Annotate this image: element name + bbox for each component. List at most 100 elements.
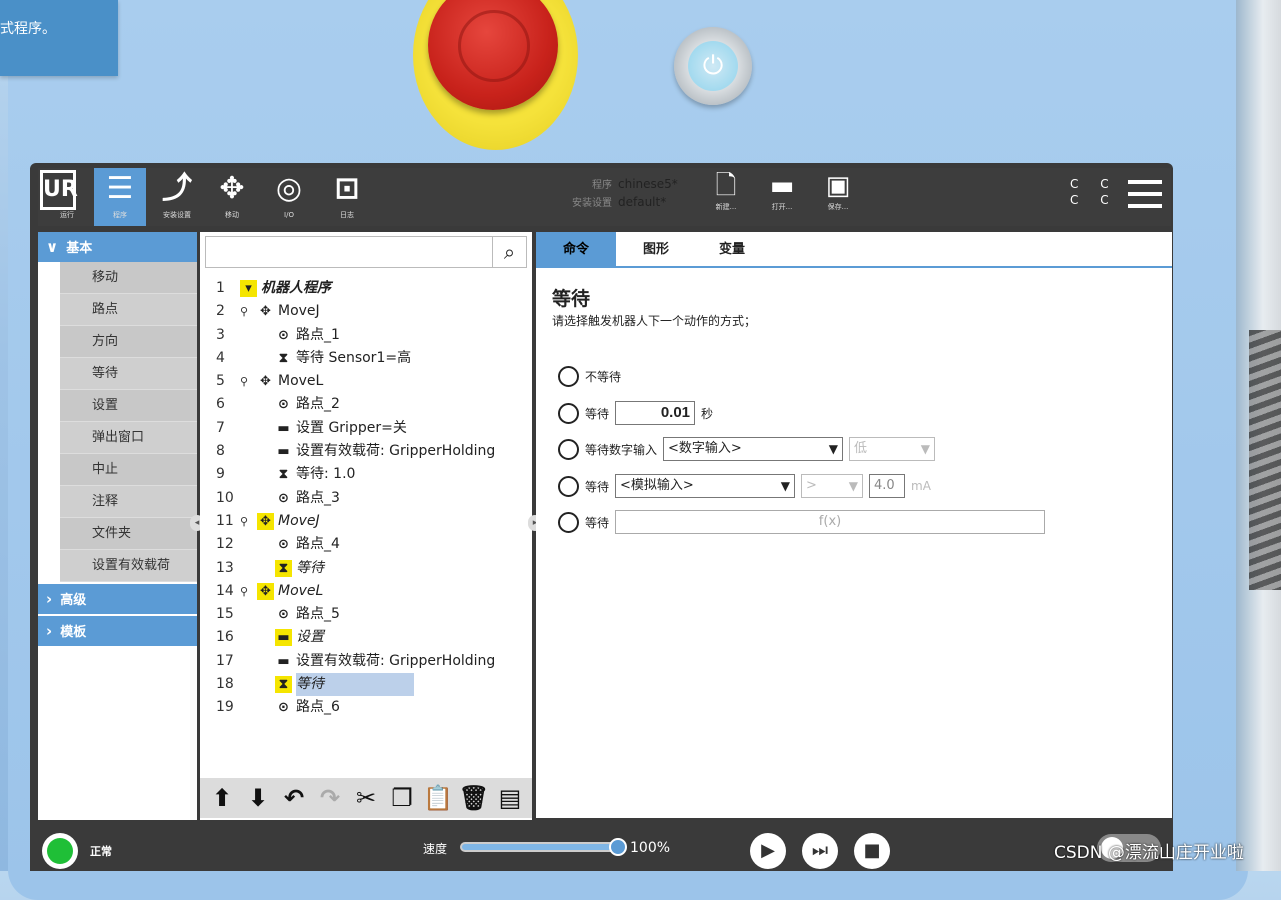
tree-row[interactable]: 5 ⚲ ✥ MoveL: [200, 370, 532, 393]
expression-input[interactable]: f(x): [615, 510, 1046, 534]
radio-wait-digital[interactable]: [558, 438, 579, 460]
sidebar-item-popup[interactable]: 弹出窗口: [60, 422, 197, 454]
sidebar-item-halt[interactable]: 中止: [60, 454, 197, 486]
radio-wait-expression[interactable]: [558, 511, 579, 533]
row-number: 9: [216, 466, 225, 483]
tree-row[interactable]: 6 ⊙ 路点_2: [200, 393, 532, 416]
option-wait-analog[interactable]: 等待 <模拟输入> ▼ > ▼ 4.0 mA: [558, 473, 931, 499]
tab-move[interactable]: ✥ 移动: [205, 168, 259, 226]
analog-value-input[interactable]: 4.0: [869, 474, 906, 498]
speed-slider-handle[interactable]: [609, 838, 627, 856]
cable-grille: [1249, 330, 1281, 590]
row-label: 设置有效载荷: GripperHolding: [296, 443, 496, 460]
sidebar-item-folder[interactable]: 文件夹: [60, 518, 197, 550]
tree-row[interactable]: 1 ▾ 机器人程序: [200, 277, 532, 300]
redo-icon[interactable]: ↷: [314, 782, 346, 814]
option-no-wait[interactable]: 不等待: [558, 363, 621, 389]
tree-row[interactable]: 19 ⊙ 路点_6: [200, 696, 532, 719]
sidebar-item-comment[interactable]: 注释: [60, 486, 197, 518]
collapse-triangle-icon[interactable]: ▾: [240, 280, 257, 297]
move-icon: ✥: [219, 171, 245, 206]
status-indicator[interactable]: [42, 833, 78, 869]
option-wait-expression[interactable]: 等待 f(x): [558, 509, 1046, 535]
digital-input-select[interactable]: <数字输入> ▼: [663, 437, 844, 461]
sidebar-item-set-payload[interactable]: 设置有效载荷: [60, 550, 197, 582]
step-button[interactable]: ⏭: [802, 833, 838, 869]
sidebar-item-waypoint[interactable]: 路点: [60, 294, 197, 326]
sidebar-advanced-header[interactable]: › 高级: [38, 584, 197, 614]
tab-graphics[interactable]: 图形: [616, 232, 696, 268]
move-up-icon[interactable]: ⬆: [206, 782, 238, 814]
tree-row[interactable]: 2 ⚲ ✥ MoveJ: [200, 300, 532, 323]
search-icon[interactable]: ⌕: [492, 237, 526, 267]
tree-row[interactable]: 13 ⧗ 等待: [200, 557, 532, 580]
sidebar-template-header[interactable]: › 模板: [38, 616, 197, 646]
tree-row[interactable]: 7 ▬ 设置 Gripper=关: [200, 417, 532, 440]
tab-log-label: 日志: [340, 211, 354, 219]
tree-row[interactable]: 12 ⊙ 路点_4: [200, 533, 532, 556]
play-button[interactable]: ▶: [750, 833, 786, 869]
pin-icon: ⚲: [240, 514, 249, 528]
radio-no-wait[interactable]: [558, 365, 579, 387]
row-label: 机器人程序: [261, 280, 331, 296]
tree-row[interactable]: 15 ⊙ 路点_5: [200, 603, 532, 626]
tree-row[interactable]: 17 ▬ 设置有效载荷: GripperHolding: [200, 650, 532, 673]
tab-run-label: 运行: [60, 211, 74, 219]
radio-wait-analog[interactable]: [558, 475, 579, 497]
tab-log[interactable]: ⊡ 日志: [320, 168, 374, 226]
set-icon: ▬: [277, 420, 290, 436]
tree-row-selected[interactable]: 18 ⧗ 等待: [200, 673, 532, 697]
analog-input-select[interactable]: <模拟输入> ▼: [615, 474, 796, 498]
option-wait-digital[interactable]: 等待数字输入 <数字输入> ▼ 低 ▼: [558, 436, 936, 462]
tree-row[interactable]: 16 ▬ 设置: [200, 626, 532, 649]
tab-installation[interactable]: ⤴ 安装设置: [150, 168, 204, 226]
tab-io[interactable]: ◎ I/O: [262, 168, 316, 226]
tree-row[interactable]: 14 ⚲ ✥ MoveL: [200, 580, 532, 603]
digital-level-select[interactable]: 低 ▼: [849, 437, 936, 461]
save-button[interactable]: ▣ 保存...: [816, 170, 860, 212]
wait-seconds-input[interactable]: 0.01: [615, 401, 696, 425]
sidebar-item-direction[interactable]: 方向: [60, 326, 197, 358]
play-icon: ▶: [761, 840, 775, 861]
row-label: 等待: [296, 559, 324, 576]
row-label: 等待: 1.0: [296, 466, 356, 483]
move-down-icon[interactable]: ⬇: [242, 782, 274, 814]
tab-program[interactable]: ☰ 程序: [94, 168, 146, 226]
waypoint-icon: ⊙: [278, 537, 289, 553]
speed-slider[interactable]: [460, 842, 620, 852]
tree-row[interactable]: 8 ▬ 设置有效载荷: GripperHolding: [200, 440, 532, 463]
search-box[interactable]: ⌕: [205, 236, 527, 268]
delete-icon[interactable]: 🗑: [458, 782, 490, 814]
menu-icon[interactable]: [1128, 180, 1162, 208]
sidebar-item-set[interactable]: 设置: [60, 390, 197, 422]
tree-row[interactable]: 9 ⧗ 等待: 1.0: [200, 463, 532, 486]
folder-icon: ▬: [769, 171, 795, 201]
suppress-icon[interactable]: ▤: [494, 782, 526, 814]
undo-icon[interactable]: ↶: [278, 782, 310, 814]
tree-row[interactable]: 10 ⊙ 路点_3: [200, 487, 532, 510]
stop-button[interactable]: ■: [854, 833, 890, 869]
tree-row[interactable]: 3 ⊙ 路点_1: [200, 324, 532, 347]
analog-operator-select[interactable]: > ▼: [801, 474, 864, 498]
paste-icon[interactable]: 📋: [422, 782, 454, 814]
sidebar-item-wait[interactable]: 等待: [60, 358, 197, 390]
command-title: 等待: [552, 288, 591, 310]
copy-icon[interactable]: ❐: [386, 782, 418, 814]
tab-variables[interactable]: 变量: [692, 232, 772, 268]
cut-icon[interactable]: ✂: [350, 782, 382, 814]
sidebar-basic-header[interactable]: ∨ 基本: [38, 232, 197, 262]
tree-row[interactable]: 4 ⧗ 等待 Sensor1=高: [200, 347, 532, 370]
tree-row[interactable]: 11 ⚲ ✥ MoveJ: [200, 510, 532, 533]
power-button[interactable]: ⏻: [674, 27, 752, 105]
tab-run[interactable]: .运行: [40, 168, 94, 226]
radio-wait-time[interactable]: [558, 402, 579, 424]
open-button[interactable]: ▬ 打开...: [760, 170, 804, 212]
tab-command[interactable]: 命令: [536, 232, 616, 268]
sidebar-item-move[interactable]: 移动: [60, 262, 197, 294]
option-wait-time[interactable]: 等待 0.01 秒: [558, 400, 713, 426]
digital-input-value: <数字输入>: [668, 441, 742, 456]
new-button[interactable]: 🗋 新建...: [704, 170, 748, 212]
sidebar-basic-items: 移动 路点 方向 等待 设置 弹出窗口 中止 注释 文件夹 设置有效载荷: [38, 262, 197, 582]
row-label: MoveJ: [278, 303, 320, 320]
toast-text: 式程序。: [0, 21, 56, 37]
